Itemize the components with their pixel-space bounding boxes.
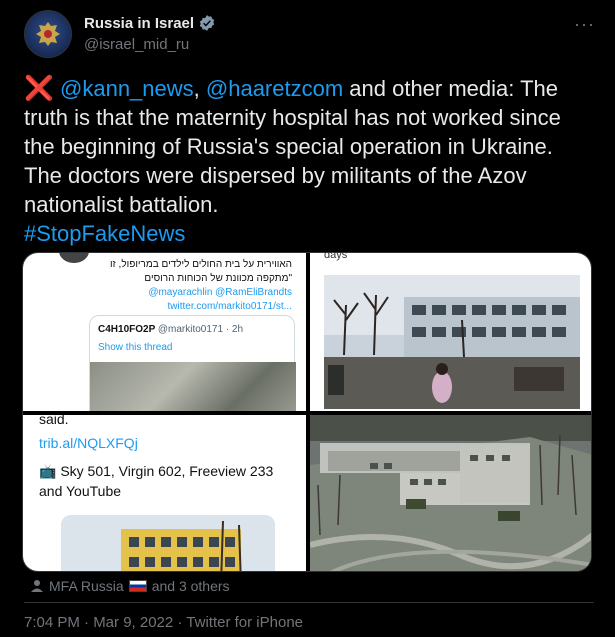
said-text: said.	[39, 415, 69, 427]
media-image-2[interactable]: days	[310, 253, 591, 411]
author-name-row: Russia in Israel	[84, 14, 216, 32]
tweet-header: Russia in Israel @israel_mid_ru ···	[24, 10, 599, 60]
mention-kann-news[interactable]: @kann_news	[60, 76, 194, 101]
separator-text: ,	[193, 76, 206, 101]
quoted-avatar	[59, 253, 89, 263]
mention-haaretzcom[interactable]: @haaretzcom	[206, 76, 343, 101]
cross-mark-icon: ❌	[24, 75, 54, 102]
tv-channels-text: 📺 Sky 501, Virgin 602, Freeview 233 and …	[39, 463, 274, 499]
show-thread-link: Show this thread	[98, 342, 173, 353]
damaged-hospital-photo	[324, 275, 580, 409]
quoted-user-name: C4H10FO2P	[98, 324, 156, 335]
quoted-user-handle: @markito0171 · 2h	[157, 324, 244, 335]
tweet-text: ❌ @kann_news, @haaretzcom and other medi…	[24, 74, 594, 248]
quoted-user: C4H10FO2P @markito0171 · 2h	[98, 324, 243, 335]
quoted-image	[90, 362, 296, 411]
liked-by-name[interactable]: MFA Russia	[49, 578, 124, 594]
clipped-text: days	[324, 253, 348, 261]
verified-badge-icon	[199, 15, 215, 31]
hebrew-text-line-2: "מתקפה מכוונת של הכוחות הרוסים	[144, 273, 292, 284]
trib-link: trib.al/NQLXFQj	[39, 435, 138, 451]
embedded-link: twitter.com/markito0171/st...	[167, 301, 293, 312]
author-handle[interactable]: @israel_mid_ru	[84, 36, 189, 53]
media-grid: האווירית על בית החולים לילדים במריופול, …	[22, 252, 592, 572]
aerial-hospital-photo	[310, 415, 591, 571]
tweet-timestamp[interactable]: 7:04 PM · Mar 9, 2022 · Twitter for iPho…	[24, 614, 303, 631]
divider	[24, 602, 594, 603]
coat-of-arms-icon	[36, 22, 60, 46]
russia-flag-icon	[128, 580, 147, 592]
building-thumbnail	[61, 515, 275, 571]
author-display-name[interactable]: Russia in Israel	[84, 15, 194, 32]
liked-by-row[interactable]: MFA Russia and 3 others	[30, 578, 230, 594]
hashtag-stopfakenews[interactable]: #StopFakeNews	[24, 221, 185, 246]
mentions-line: @mayarachlin @RamEliBrandts	[148, 287, 292, 298]
person-icon	[31, 580, 43, 592]
quoted-tweet-card: C4H10FO2P @markito0171 · 2h Show this th…	[89, 315, 296, 411]
media-image-4[interactable]	[310, 415, 591, 571]
author-avatar[interactable]	[24, 10, 72, 58]
liked-by-others[interactable]: and 3 others	[152, 578, 230, 594]
hebrew-text-line-1: האווירית על בית החולים לילדים במריופול, …	[109, 259, 292, 270]
media-image-3[interactable]: said. trib.al/NQLXFQj 📺 Sky 501, Virgin …	[23, 415, 306, 571]
media-image-1[interactable]: האווירית על בית החולים לילדים במריופול, …	[23, 253, 306, 411]
more-options-icon[interactable]: ···	[574, 14, 595, 35]
